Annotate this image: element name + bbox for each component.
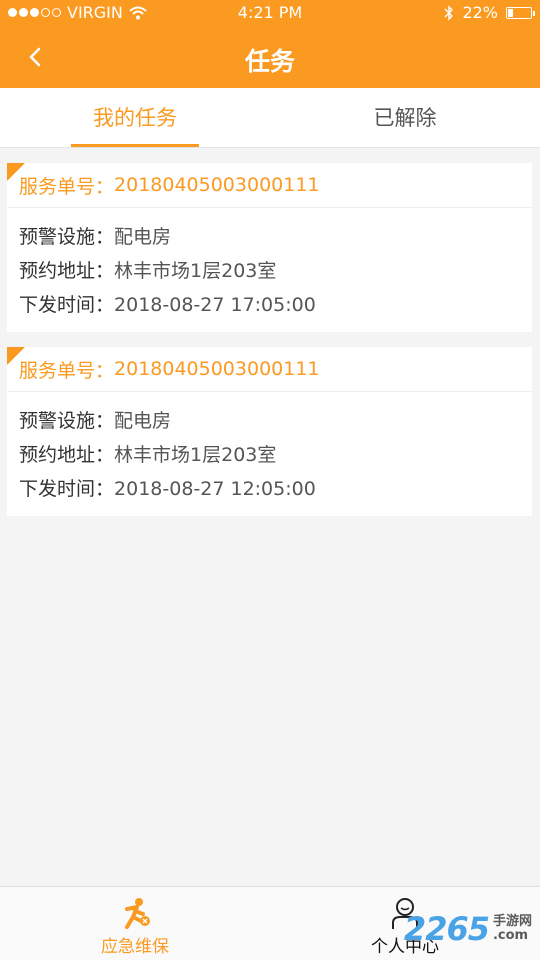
order-label: 服务单号： [19, 359, 115, 382]
address-label: 预约地址： [19, 444, 115, 466]
issue-time-label: 下发时间： [19, 478, 115, 500]
tab-label: 个人中心 [371, 937, 439, 957]
card-header: 服务单号： 20180405003000111 [7, 163, 532, 208]
navigation-bar: 任务 [0, 26, 540, 88]
issue-time-value: 2018-08-27 17:05:00 [114, 294, 316, 316]
bottom-tab-bar: 应急维保 个人中心 [0, 886, 540, 960]
bluetooth-icon [444, 4, 454, 21]
corner-marker [7, 163, 25, 181]
facility-label: 预警设施： [19, 410, 115, 432]
address-row: 预约地址： 林丰市场1层203室 [19, 438, 520, 472]
address-label: 预约地址： [19, 260, 115, 282]
issue-time-row: 下发时间： 2018-08-27 17:05:00 [19, 288, 520, 322]
card-body: 预警设施： 配电房 预约地址： 林丰市场1层203室 下发时间： 2018-08… [7, 392, 532, 516]
facility-label: 预警设施： [19, 226, 115, 248]
facility-row: 预警设施： 配电房 [19, 220, 520, 254]
order-label: 服务单号： [19, 175, 115, 198]
tab-my-tasks[interactable]: 我的任务 [0, 88, 270, 147]
task-card[interactable]: 服务单号： 20180405003000111 预警设施： 配电房 预约地址： … [7, 347, 532, 516]
task-card[interactable]: 服务单号： 20180405003000111 预警设施： 配电房 预约地址： … [7, 163, 532, 332]
address-value: 林丰市场1层203室 [114, 260, 277, 282]
status-bar: VIRGIN 4:21 PM 22% [0, 0, 540, 26]
address-row: 预约地址： 林丰市场1层203室 [19, 254, 520, 288]
tab-label: 应急维保 [101, 937, 169, 957]
issue-time-label: 下发时间： [19, 294, 115, 316]
battery-percent: 22% [462, 3, 498, 22]
task-list: 服务单号： 20180405003000111 预警设施： 配电房 预约地址： … [7, 163, 532, 531]
tab-personal-center[interactable]: 个人中心 [270, 887, 540, 960]
running-person-icon [125, 898, 150, 929]
tab-emergency-maintenance[interactable]: 应急维保 [0, 887, 270, 960]
tab-dismissed[interactable]: 已解除 [270, 88, 540, 147]
card-header: 服务单号： 20180405003000111 [7, 347, 532, 392]
address-value: 林丰市场1层203室 [114, 444, 277, 466]
person-icon [392, 898, 418, 929]
order-number: 20180405003000111 [114, 174, 320, 196]
corner-marker [7, 347, 25, 365]
page-title: 任务 [244, 47, 295, 76]
card-body: 预警设施： 配电房 预约地址： 林丰市场1层203室 下发时间： 2018-08… [7, 208, 532, 332]
issue-time-row: 下发时间： 2018-08-27 12:05:00 [19, 472, 520, 506]
issue-time-value: 2018-08-27 12:05:00 [114, 478, 316, 500]
battery-icon [506, 6, 535, 19]
segmented-tabs: 我的任务 已解除 [0, 88, 540, 148]
order-number: 20180405003000111 [114, 358, 320, 380]
facility-value: 配电房 [114, 226, 172, 248]
facility-value: 配电房 [114, 410, 172, 432]
facility-row: 预警设施： 配电房 [19, 404, 520, 438]
